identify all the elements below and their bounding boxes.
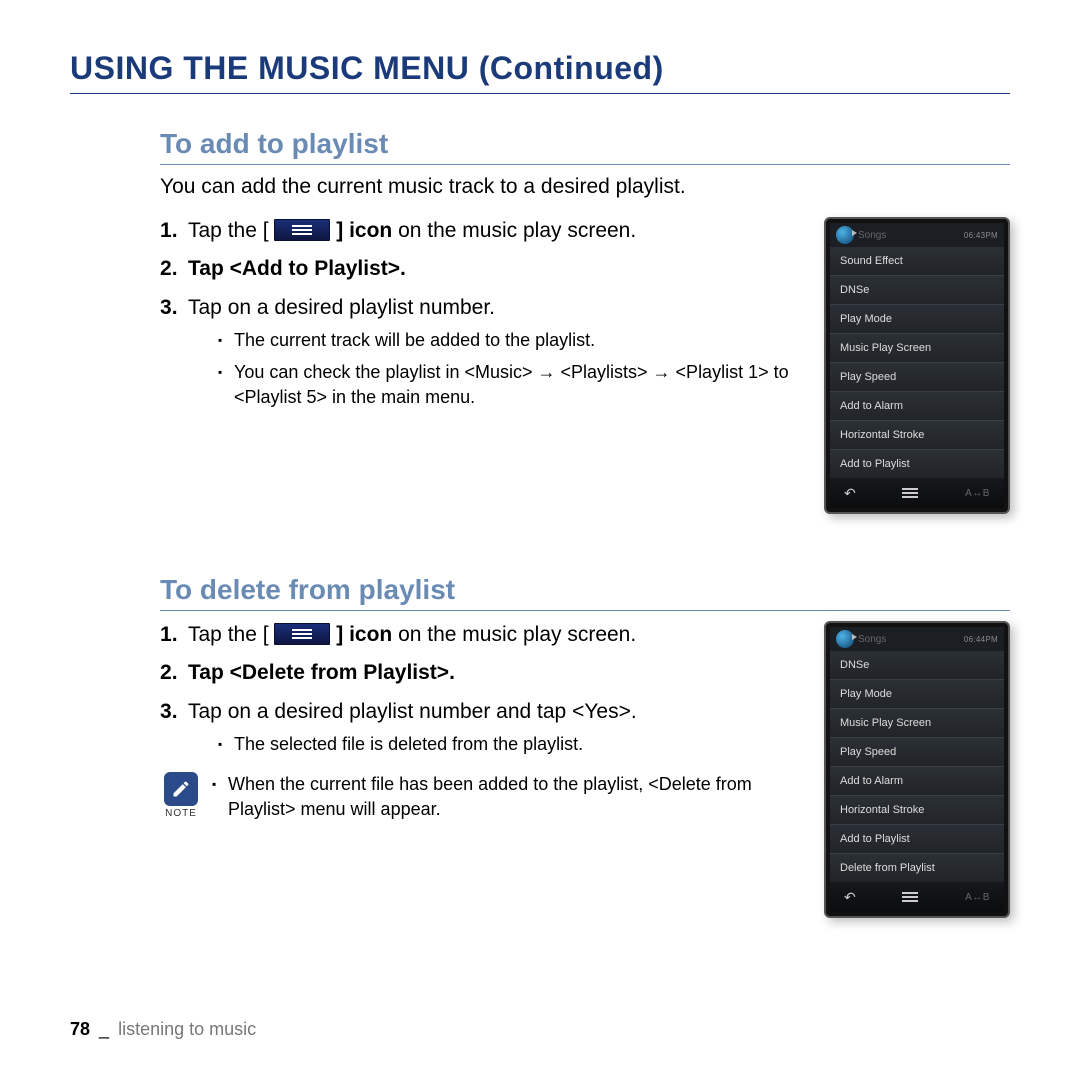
menu-icon — [274, 219, 330, 241]
device-status-title: Songs — [858, 230, 964, 241]
note-text: When the current file has been added to … — [212, 772, 804, 821]
music-app-icon — [836, 226, 854, 244]
device-time: 06:44PM — [964, 635, 998, 644]
device-time: 06:43PM — [964, 231, 998, 240]
steps-column: Tap the [ ] icon on the music play scree… — [160, 217, 804, 514]
nav-menu-icon — [902, 492, 918, 494]
nav-menu-icon — [902, 896, 918, 898]
step-1: Tap the [ ] icon on the music play scree… — [160, 621, 804, 649]
device-menu-item: Add to Playlist — [830, 825, 1004, 854]
device-menu-list: DNSe Play Mode Music Play Screen Play Sp… — [830, 651, 1004, 882]
note-icon-column: NOTE — [160, 772, 202, 819]
device-menu-item: Delete from Playlist — [830, 854, 1004, 882]
sub-item: You can check the playlist in <Music> → … — [218, 360, 804, 409]
note-row: NOTE When the current file has been adde… — [160, 772, 804, 821]
section-lead: You can add the current music track to a… — [160, 175, 1010, 199]
page-number: 78 — [70, 1019, 90, 1039]
device-mock: Songs 06:44PM DNSe Play Mode Music Play … — [824, 621, 1010, 918]
section-heading: To add to playlist — [160, 128, 1010, 165]
step-3: Tap on a desired playlist number and tap… — [160, 698, 804, 757]
device-navbar: ↶ A↔B — [830, 882, 1004, 912]
device-statusbar: Songs 06:43PM — [830, 223, 1004, 247]
device-menu-item: Play Mode — [830, 680, 1004, 709]
note-label: NOTE — [160, 808, 202, 819]
footer-title: listening to music — [118, 1019, 256, 1039]
device-menu-item: Sound Effect — [830, 247, 1004, 276]
device-menu-item: DNSe — [830, 276, 1004, 305]
back-icon: ↶ — [844, 485, 856, 502]
manual-page: USING THE MUSIC MENU (Continued) To add … — [0, 0, 1080, 1080]
back-icon: ↶ — [844, 889, 856, 906]
device-menu-item: Play Speed — [830, 738, 1004, 767]
device-statusbar: Songs 06:44PM — [830, 627, 1004, 651]
section-gap — [70, 514, 1010, 574]
music-app-icon — [836, 630, 854, 648]
footer-separator: _ — [99, 1019, 109, 1039]
device-menu-item: Horizontal Stroke — [830, 796, 1004, 825]
device-menu-item: Add to Alarm — [830, 767, 1004, 796]
page-footer: 78 _ listening to music — [70, 1019, 256, 1040]
device-menu-item: DNSe — [830, 651, 1004, 680]
device-menu-list: Sound Effect DNSe Play Mode Music Play S… — [830, 247, 1004, 478]
sub-item: The current track will be added to the p… — [218, 328, 804, 352]
steps-list: Tap the [ ] icon on the music play scree… — [160, 621, 804, 756]
page-title: USING THE MUSIC MENU (Continued) — [70, 50, 1010, 94]
sub-list: The selected file is deleted from the pl… — [218, 732, 804, 756]
note-bullet: When the current file has been added to … — [212, 772, 804, 821]
step-2: Tap <Delete from Playlist>. — [160, 659, 804, 687]
device-screenshot-1: Songs 06:43PM Sound Effect DNSe Play Mod… — [824, 217, 1010, 514]
ab-repeat-label: A↔B — [965, 892, 990, 903]
step-1: Tap the [ ] icon on the music play scree… — [160, 217, 804, 245]
device-mock: Songs 06:43PM Sound Effect DNSe Play Mod… — [824, 217, 1010, 514]
sub-list: The current track will be added to the p… — [218, 328, 804, 409]
device-screenshot-2: Songs 06:44PM DNSe Play Mode Music Play … — [824, 621, 1010, 918]
sub-item: The selected file is deleted from the pl… — [218, 732, 804, 756]
device-menu-item: Play Mode — [830, 305, 1004, 334]
section-add-to-playlist: To add to playlist You can add the curre… — [160, 128, 1010, 514]
section-delete-from-playlist: To delete from playlist Tap the [ ] icon… — [160, 574, 1010, 918]
device-menu-item: Horizontal Stroke — [830, 421, 1004, 450]
ab-repeat-label: A↔B — [965, 488, 990, 499]
steps-column: Tap the [ ] icon on the music play scree… — [160, 621, 804, 918]
device-menu-item: Music Play Screen — [830, 334, 1004, 363]
device-menu-item: Play Speed — [830, 363, 1004, 392]
device-menu-item: Add to Alarm — [830, 392, 1004, 421]
note-icon — [164, 772, 198, 806]
steps-list: Tap the [ ] icon on the music play scree… — [160, 217, 804, 409]
device-menu-item: Add to Playlist — [830, 450, 1004, 478]
pencil-icon — [171, 779, 191, 799]
step-3: Tap on a desired playlist number. The cu… — [160, 294, 804, 409]
step-2: Tap <Add to Playlist>. — [160, 255, 804, 283]
device-menu-item: Music Play Screen — [830, 709, 1004, 738]
section-heading: To delete from playlist — [160, 574, 1010, 611]
device-navbar: ↶ A↔B — [830, 478, 1004, 508]
device-status-title: Songs — [858, 634, 964, 645]
menu-icon — [274, 623, 330, 645]
